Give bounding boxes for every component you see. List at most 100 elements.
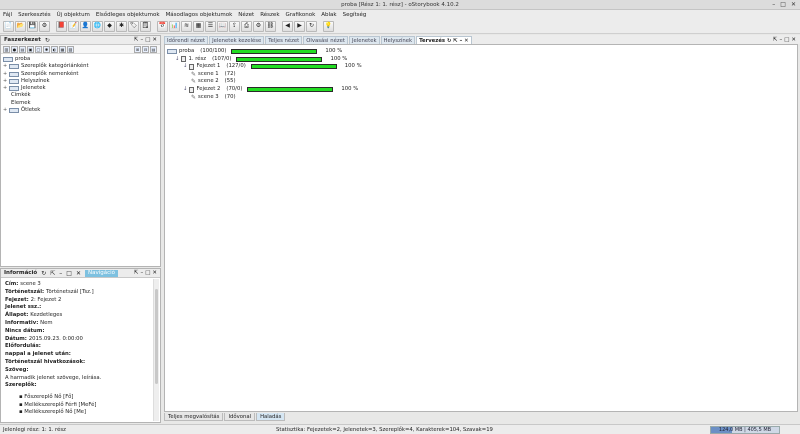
tab-full-view[interactable]: Teljes nézet <box>265 36 303 44</box>
next-part-icon[interactable]: ▶ <box>294 20 305 32</box>
memory-indicator[interactable]: 124,0 MB | 405,5 MB <box>710 426 780 434</box>
outline-row[interactable]: ↓ Fejezet 1 (127/0) 100 % <box>167 63 362 71</box>
menu-primary-objects[interactable]: Elsődleges objektumok <box>96 12 160 18</box>
expand-icon[interactable]: + <box>3 85 7 92</box>
chart-icon[interactable]: 📊 <box>169 20 180 32</box>
filter-tags-icon[interactable]: ▢ <box>35 45 42 53</box>
expand-icon[interactable]: + <box>3 63 7 70</box>
new-file-icon[interactable]: 📄 <box>3 20 14 32</box>
memo-icon[interactable]: 🗒 <box>140 20 151 32</box>
maximize-icon[interactable]: □ <box>784 37 789 43</box>
filter-ideas-icon[interactable]: ✱ <box>43 45 50 53</box>
info-scrollbar[interactable] <box>153 279 159 421</box>
menu-charts[interactable]: Grafikonok <box>286 12 316 18</box>
list-icon[interactable]: ☰ <box>205 20 216 32</box>
open-folder-icon[interactable]: 📂 <box>15 20 26 32</box>
menu-help[interactable]: Segítség <box>343 12 367 18</box>
refresh-icon[interactable]: ↻ <box>306 20 317 32</box>
print-icon[interactable]: ⎙ <box>241 20 252 32</box>
maximize-icon[interactable]: □ <box>145 270 150 276</box>
close-icon[interactable]: ✕ <box>152 37 157 43</box>
tab-scene-manager[interactable]: Jelenetek kezelése <box>209 36 265 44</box>
tab-reading-view[interactable]: Olvasási nézet <box>303 36 348 44</box>
tree-item[interactable]: + Helyszínek <box>3 78 89 85</box>
tag-icon[interactable]: 🏷 <box>128 20 139 32</box>
tree-item[interactable]: Címkék <box>3 92 89 99</box>
undock-icon[interactable]: ⇱ <box>134 270 139 276</box>
tab-chrono-view[interactable]: Időrendi nézet <box>164 36 209 44</box>
filter-items-icon[interactable]: ▣ <box>27 45 34 53</box>
expand-icon[interactable]: + <box>3 71 7 78</box>
refresh-icon[interactable]: ↻ <box>45 37 50 44</box>
item-icon[interactable]: ◆ <box>104 20 115 32</box>
expand-icon[interactable]: + <box>3 78 7 85</box>
minimize-icon[interactable]: – <box>779 37 782 43</box>
filter-strands-icon[interactable]: ▦ <box>59 45 66 53</box>
person-icon[interactable]: 👤 <box>80 20 91 32</box>
book-icon[interactable]: 📖 <box>217 20 228 32</box>
tree-item[interactable]: Elemek <box>3 100 89 107</box>
location-icon[interactable]: 🌐 <box>92 20 103 32</box>
tab-locations[interactable]: Helyszínek <box>380 36 416 44</box>
filter-all-icon[interactable]: ▧ <box>67 45 74 53</box>
close-icon[interactable]: ✕ <box>76 270 81 277</box>
outline-row[interactable]: ✎ scene 1 (72) <box>167 71 362 79</box>
tab-progress[interactable]: Haladás <box>256 413 286 421</box>
scene-icon[interactable]: 📝 <box>68 20 79 32</box>
close-icon[interactable]: ✕ <box>791 1 796 8</box>
link-icon[interactable]: ⛓ <box>265 20 276 32</box>
tree-item[interactable]: + Szereplők kategóriánként <box>3 63 89 70</box>
filter-memos-icon[interactable]: ◐ <box>51 45 58 53</box>
undock-icon[interactable]: ⇱ <box>134 37 139 43</box>
gear-icon[interactable]: ⚙ <box>253 20 264 32</box>
expand-all-icon[interactable]: ⊞ <box>134 45 141 53</box>
maximize-icon[interactable]: □ <box>145 37 150 43</box>
save-icon[interactable]: 💾 <box>27 20 38 32</box>
collapse-icon[interactable]: ↓ <box>183 86 187 94</box>
tree-options-icon[interactable]: ▤ <box>150 45 157 53</box>
tab-scenes[interactable]: Jelenetek <box>348 36 380 44</box>
tree-item[interactable]: + Szereplők nemenként <box>3 71 89 78</box>
prev-part-icon[interactable]: ◀ <box>282 20 293 32</box>
undock-icon[interactable]: ⇱ <box>773 37 778 43</box>
settings-icon[interactable]: ⚙ <box>39 20 50 32</box>
menu-new-object[interactable]: Új objektum <box>57 12 90 18</box>
calendar-icon[interactable]: 📅 <box>157 20 168 32</box>
tab-planning[interactable]: Tervezés ↻ ⇱ – ✕ <box>416 36 472 44</box>
outline-row[interactable]: ↓ 1. rész (107/0) 100 % <box>167 56 362 64</box>
menu-window[interactable]: Ablak <box>321 12 336 18</box>
scrollbar-thumb[interactable] <box>155 289 158 384</box>
minimize-icon[interactable]: – <box>59 270 62 277</box>
collapse-icon[interactable]: ↓ <box>183 63 187 71</box>
tree-item[interactable]: + Ötletek <box>3 107 89 114</box>
maximize-icon[interactable]: □ <box>66 270 72 277</box>
outline-row[interactable]: ↓ Fejezet 2 (70/0) 100 % <box>167 86 362 94</box>
menu-secondary-objects[interactable]: Másodlagos objektumok <box>166 12 233 18</box>
filter-persons-icon[interactable]: ● <box>11 45 18 53</box>
lightbulb-icon[interactable]: 💡 <box>323 20 334 32</box>
tab-full-completion[interactable]: Teljes megvalósítás <box>164 413 224 421</box>
outline-row[interactable]: ✎ scene 2 (55) <box>167 78 362 86</box>
close-icon[interactable]: ✕ <box>791 37 796 43</box>
filter-chapters-icon[interactable]: ▥ <box>3 45 10 53</box>
export-icon[interactable]: ⇪ <box>229 20 240 32</box>
minimize-icon[interactable]: – <box>140 270 143 276</box>
strand-icon[interactable]: ≋ <box>181 20 192 32</box>
undock-icon[interactable]: ⇱ <box>50 270 55 277</box>
menu-parts[interactable]: Részek <box>260 12 279 18</box>
menu-file[interactable]: Fájl <box>3 12 12 18</box>
menu-edit[interactable]: Szerkesztés <box>18 12 51 18</box>
maximize-icon[interactable]: □ <box>780 1 786 8</box>
table-icon[interactable]: ▦ <box>193 20 204 32</box>
collapse-icon[interactable]: ↓ <box>175 56 179 64</box>
minimize-icon[interactable]: – <box>140 37 143 43</box>
outline-row[interactable]: ✎ scene 3 (70) <box>167 94 362 102</box>
tab-timeline[interactable]: Idővonal <box>224 413 256 421</box>
collapse-all-icon[interactable]: ⊟ <box>142 45 149 53</box>
outline-row[interactable]: proba (100/100) 100 % <box>167 48 362 56</box>
tab-navigation[interactable]: Navigáció <box>84 269 119 277</box>
chapter-icon[interactable]: 📕 <box>56 20 67 32</box>
idea-icon[interactable]: ✱ <box>116 20 127 32</box>
refresh-icon[interactable]: ↻ <box>41 270 46 277</box>
close-icon[interactable]: ✕ <box>152 270 157 276</box>
